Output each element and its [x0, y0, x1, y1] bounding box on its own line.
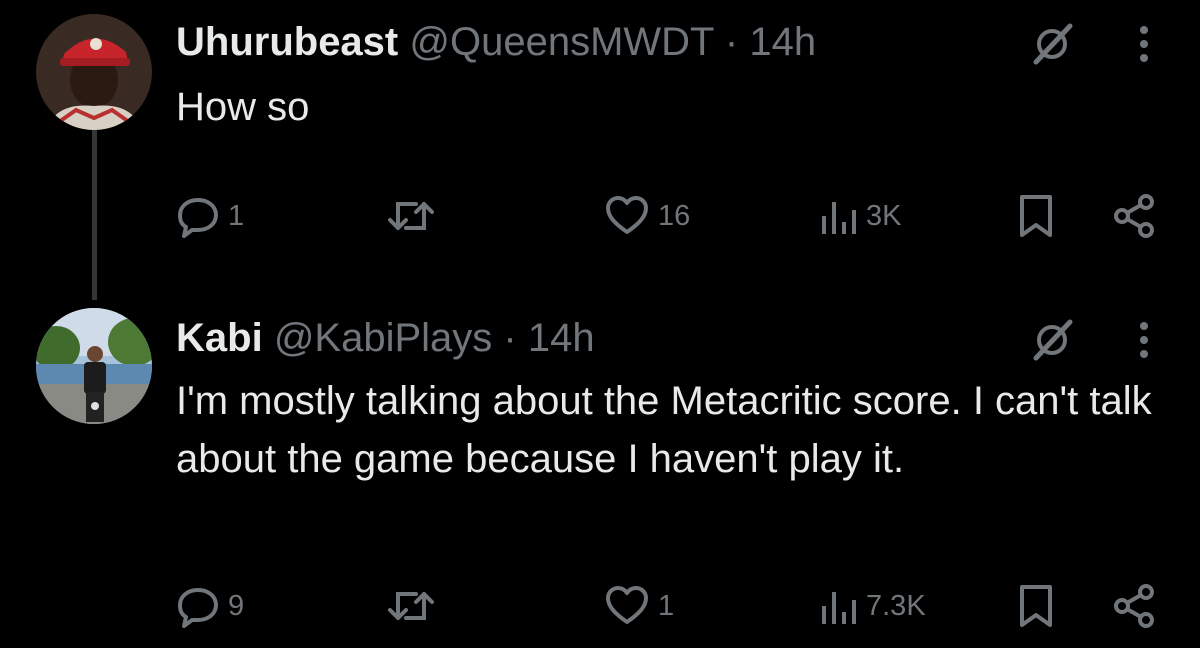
avatar[interactable] [36, 308, 152, 424]
bookmark-icon [1016, 193, 1056, 239]
bookmark-button[interactable] [1016, 186, 1056, 246]
reply-count: 1 [228, 199, 245, 232]
display-name[interactable]: Uhurubeast [176, 20, 398, 64]
tweet[interactable]: Kabi @KabiPlays · 14h I'm mostly talking… [0, 300, 1200, 648]
retweet-icon [386, 194, 436, 238]
action-bar: 9 1 7.3K [0, 576, 1200, 636]
tweet-header: Uhurubeast @QueensMWDT · 14h [176, 18, 816, 66]
views-button[interactable]: 3K [818, 186, 901, 246]
views-button[interactable]: 7.3K [818, 576, 926, 636]
share-icon [1110, 583, 1158, 629]
share-button[interactable] [1110, 186, 1158, 246]
reply-button[interactable]: 9 [176, 576, 244, 636]
views-icon [818, 584, 858, 628]
tweet-header: Kabi @KabiPlays · 14h [176, 314, 595, 362]
handle[interactable]: @KabiPlays [274, 316, 492, 360]
views-count: 7.3K [866, 589, 926, 622]
retweet-icon [386, 584, 436, 628]
like-count: 1 [658, 589, 675, 622]
like-icon [604, 584, 650, 628]
share-icon [1110, 193, 1158, 239]
reply-icon [176, 194, 220, 238]
like-count: 16 [658, 199, 691, 232]
views-icon [818, 194, 858, 238]
more-icon[interactable] [1134, 22, 1154, 71]
like-button[interactable]: 1 [604, 576, 674, 636]
more-icon[interactable] [1134, 318, 1154, 367]
like-icon [604, 194, 650, 238]
timestamp[interactable]: 14h [528, 316, 595, 360]
tweet[interactable]: Uhurubeast @QueensMWDT · 14h How so 1 16… [0, 0, 1200, 300]
like-button[interactable]: 16 [604, 186, 690, 246]
reply-icon [176, 584, 220, 628]
retweet-button[interactable] [386, 576, 444, 636]
grok-icon[interactable] [1030, 22, 1074, 71]
separator: · [724, 20, 739, 64]
handle[interactable]: @QueensMWDT [409, 20, 713, 64]
avatar[interactable] [36, 14, 152, 130]
timestamp[interactable]: 14h [749, 20, 816, 64]
share-button[interactable] [1110, 576, 1158, 636]
reply-count: 9 [228, 589, 245, 622]
tweet-text: I'm mostly talking about the Metacritic … [176, 379, 1152, 481]
separator: · [503, 316, 517, 360]
display-name[interactable]: Kabi [176, 316, 263, 360]
action-bar: 1 16 3K [0, 186, 1200, 246]
views-count: 3K [866, 199, 902, 232]
bookmark-icon [1016, 583, 1056, 629]
bookmark-button[interactable] [1016, 576, 1056, 636]
tweet-text: How so [176, 85, 310, 129]
retweet-button[interactable] [386, 186, 444, 246]
reply-button[interactable]: 1 [176, 186, 244, 246]
grok-icon[interactable] [1030, 318, 1074, 367]
